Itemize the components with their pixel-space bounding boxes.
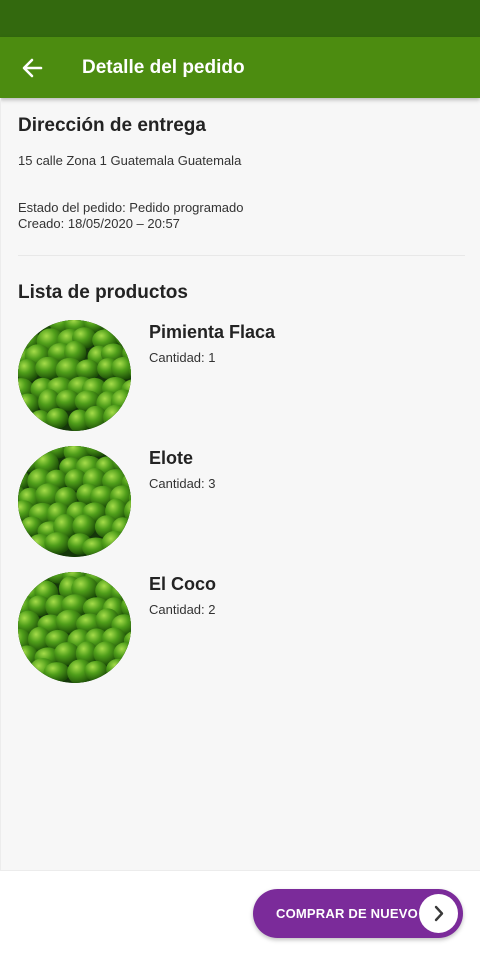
product-name: Elote bbox=[149, 448, 194, 468]
product-item[interactable]: Pimienta Flaca Cantidad: 1 bbox=[18, 320, 458, 432]
product-quantity: Cantidad: 3 bbox=[149, 476, 216, 491]
order-created-text: Creado: 18/05/2020 – 20:57 bbox=[18, 216, 180, 231]
arrow-left-icon bbox=[22, 58, 43, 78]
bottom-bar: COMPRAR DE NUEVO bbox=[0, 870, 480, 960]
product-name: Pimienta Flaca bbox=[149, 322, 276, 342]
product-name: El Coco bbox=[149, 574, 217, 594]
chevron-right-icon bbox=[419, 894, 458, 933]
product-item[interactable]: Elote Cantidad: 3 bbox=[18, 446, 458, 558]
back-button[interactable] bbox=[14, 50, 50, 86]
product-image bbox=[18, 446, 131, 557]
delivery-address-heading: Dirección de entrega bbox=[18, 115, 206, 136]
order-detail-content: Dirección de entrega 15 calle Zona 1 Gua… bbox=[0, 98, 480, 870]
delivery-address-text: 15 calle Zona 1 Guatemala Guatemala bbox=[18, 153, 242, 168]
buy-again-button[interactable]: COMPRAR DE NUEVO bbox=[253, 889, 463, 938]
product-image bbox=[18, 320, 131, 431]
page-title: Detalle del pedido bbox=[82, 57, 245, 78]
app-bar: Detalle del pedido bbox=[0, 37, 480, 98]
status-bar bbox=[0, 0, 480, 37]
product-image bbox=[18, 572, 131, 683]
product-list-heading: Lista de productos bbox=[18, 282, 188, 303]
buy-again-label: COMPRAR DE NUEVO bbox=[276, 906, 418, 921]
product-quantity: Cantidad: 1 bbox=[149, 350, 216, 365]
product-quantity: Cantidad: 2 bbox=[149, 602, 216, 617]
order-status-text: Estado del pedido: Pedido programado bbox=[18, 200, 244, 215]
product-item[interactable]: El Coco Cantidad: 2 bbox=[18, 572, 458, 684]
divider bbox=[18, 255, 465, 256]
